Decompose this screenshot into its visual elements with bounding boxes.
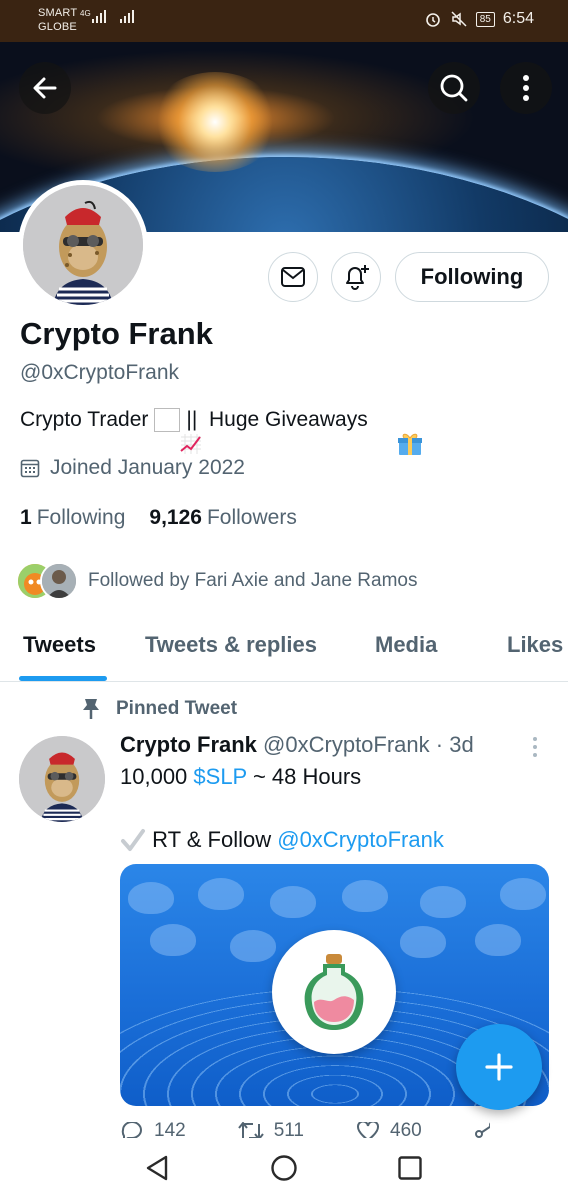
followed-by-text: Followed by Fari Axie and Jane Ramos (88, 570, 418, 591)
nav-back-button[interactable] (144, 1154, 170, 1187)
joined-text: Joined January 2022 (50, 456, 245, 479)
signal-icon (92, 10, 106, 23)
nav-back-icon (146, 1155, 168, 1181)
tweet-text: ~ 48 Hours (246, 764, 362, 789)
tab-tweets[interactable]: Tweets (23, 632, 96, 658)
tweet-age: · 3d (435, 732, 474, 757)
following-count-link[interactable]: 1 Following (20, 506, 125, 530)
followed-by-row[interactable]: Followed by Fari Axie and Jane Ramos (16, 562, 418, 600)
system-navigation-bar (0, 1138, 568, 1200)
profile-avatar[interactable] (18, 180, 148, 310)
compose-tweet-button[interactable] (456, 1024, 542, 1110)
axie-silhouette (400, 926, 446, 958)
pin-icon (83, 699, 99, 719)
profile-bio: Crypto Trader || Huge Giveaways (20, 408, 423, 455)
network-type: 4G (80, 9, 91, 18)
mention-link[interactable]: @0xCryptoFrank (277, 827, 444, 853)
status-indicators: 85 6:54 (424, 10, 534, 28)
carrier-name: SMART GLOBE (38, 7, 78, 33)
axie-silhouette (128, 882, 174, 914)
clock: 6:54 (502, 10, 534, 27)
joined-date: Joined January 2022 (20, 456, 245, 480)
following-count: 1 (20, 506, 32, 529)
tweet-text-line-2: RT & Follow @0xCryptoFrank (120, 827, 444, 853)
tweet-text: RT & Follow (146, 827, 278, 852)
chart-increasing-icon (154, 408, 201, 454)
more-vertical-icon (533, 737, 537, 757)
message-button[interactable] (268, 252, 318, 302)
axie-silhouette (270, 886, 316, 918)
pinned-text: Pinned Tweet (116, 698, 238, 719)
profile-handle: @0xCryptoFrank (20, 361, 180, 384)
nav-recents-button[interactable] (397, 1154, 423, 1187)
axie-silhouette (420, 886, 466, 918)
tab-tweets-replies[interactable]: Tweets & replies (145, 632, 317, 658)
alarm-icon (425, 13, 440, 27)
bell-plus-icon (346, 265, 369, 290)
follower-avatar (40, 562, 78, 600)
nav-recents-icon (398, 1156, 422, 1180)
more-options-button[interactable] (500, 62, 552, 114)
signal-icon (120, 10, 134, 23)
profile-name: Crypto Frank (20, 316, 213, 351)
mail-icon (281, 267, 305, 287)
status-bar: SMART GLOBE 4G 85 6:54 (0, 0, 568, 42)
notifications-button[interactable] (331, 252, 381, 302)
tweet-text: 10,000 (120, 764, 194, 789)
profile-tabs: Tweets Tweets & replies Media Likes (0, 612, 568, 682)
ape-avatar-image (19, 736, 105, 822)
potion-icon (304, 954, 364, 1030)
mute-icon (451, 11, 467, 27)
follow-counts: 1 Following 9,126 Followers (20, 506, 297, 530)
search-icon (440, 74, 468, 102)
tweet-more-button[interactable] (530, 736, 540, 763)
cashtag-link[interactable]: $SLP (193, 764, 246, 789)
axie-silhouette (500, 878, 546, 910)
slp-potion-logo (272, 930, 396, 1054)
gift-icon (374, 408, 423, 455)
bio-text-giveaways: || Huge Giveaways (186, 408, 368, 431)
check-mark-icon (121, 829, 145, 851)
nav-home-icon (271, 1155, 297, 1181)
back-button[interactable] (19, 62, 71, 114)
tweet-author-avatar[interactable] (19, 736, 105, 822)
followers-label: Followers (206, 506, 297, 529)
followers-count: 9,126 (149, 506, 202, 529)
followers-count-link[interactable]: 9,126 Followers (149, 506, 296, 530)
search-button[interactable] (428, 62, 480, 114)
more-vertical-icon (523, 75, 529, 101)
back-arrow-icon (33, 77, 57, 99)
banner-sun-image (150, 72, 280, 172)
nav-home-button[interactable] (270, 1154, 298, 1187)
axie-silhouette (342, 880, 388, 912)
tweet-text-line-1: 10,000 $SLP ~ 48 Hours (120, 764, 361, 790)
tab-media[interactable]: Media (375, 632, 437, 658)
ape-avatar-image (23, 185, 143, 305)
tweet-author-name[interactable]: Crypto Frank (120, 732, 257, 757)
axie-silhouette (198, 878, 244, 910)
tweet-header: Crypto Frank @0xCryptoFrank · 3d (120, 732, 474, 758)
calendar-icon (20, 459, 40, 478)
following-button[interactable]: Following (395, 252, 549, 302)
tweet-author-handle[interactable]: @0xCryptoFrank (263, 732, 430, 757)
axie-silhouette (475, 924, 521, 956)
compose-plus-icon (485, 1053, 513, 1081)
active-tab-indicator (19, 676, 107, 681)
tab-likes[interactable]: Likes (507, 632, 563, 658)
following-label: Following (36, 506, 126, 529)
axie-silhouette (150, 924, 196, 956)
battery-indicator: 85 (475, 11, 495, 27)
pinned-tweet-label: Pinned Tweet (82, 698, 237, 720)
bio-text: Crypto Trader (20, 408, 149, 431)
axie-silhouette (230, 930, 276, 962)
